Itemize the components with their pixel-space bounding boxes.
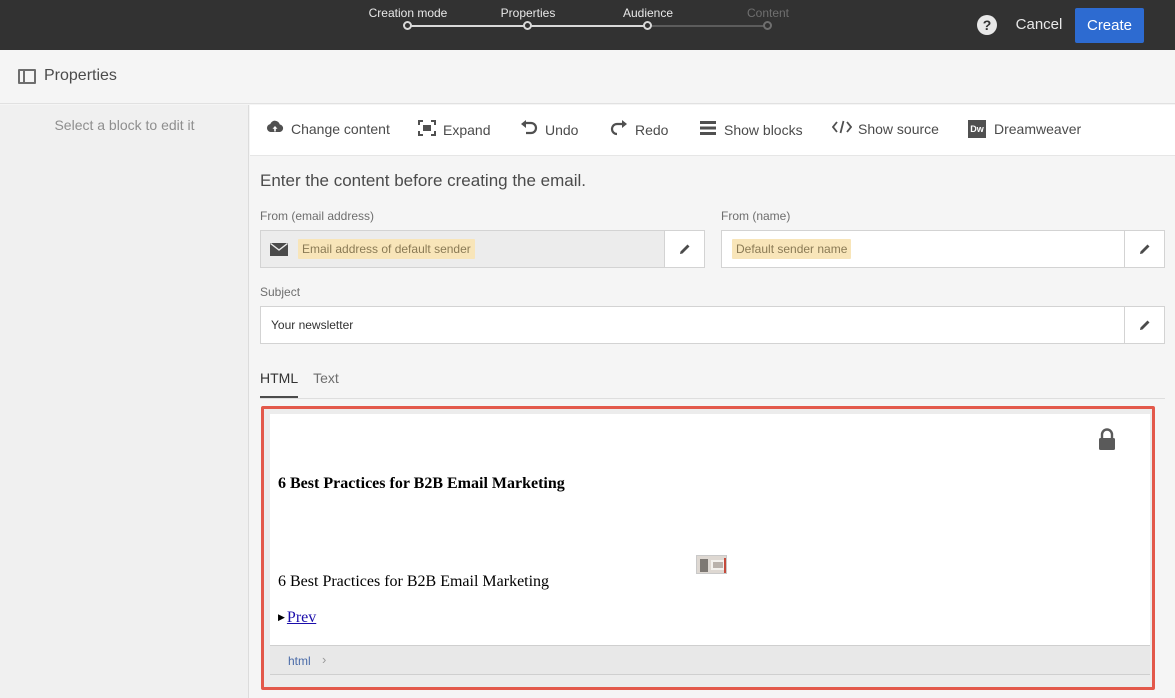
- show-source-label: Show source: [858, 121, 939, 137]
- pencil-icon: [1139, 320, 1149, 330]
- show-source-button[interactable]: Show source: [831, 120, 939, 138]
- dreamweaver-label: Dreamweaver: [994, 121, 1082, 137]
- change-content-label: Change content: [291, 121, 390, 137]
- tabs-divider: [260, 398, 1165, 399]
- step-content-dot: [763, 21, 772, 30]
- article-thumbnail[interactable]: [696, 555, 727, 574]
- from-email-field[interactable]: Email address of default sender: [260, 230, 705, 268]
- cloud-upload-icon: [265, 120, 285, 138]
- edit-from-name-button[interactable]: [1124, 231, 1164, 267]
- undo-icon: [519, 120, 539, 140]
- blocks-icon: [698, 120, 718, 140]
- from-name-tag[interactable]: Default sender name: [732, 239, 852, 259]
- step-properties-dot[interactable]: [523, 21, 532, 30]
- email-content-form: Enter the content before creating the em…: [250, 157, 1175, 698]
- pencil-icon: [679, 244, 689, 254]
- edit-from-email-button[interactable]: [664, 231, 704, 267]
- subject-label: Subject: [260, 285, 301, 299]
- prev-link-label: Prev: [286, 609, 317, 626]
- redo-icon: [609, 120, 629, 140]
- redo-label: Redo: [635, 122, 669, 138]
- expand-icon: [417, 120, 437, 140]
- breadcrumb-html[interactable]: html: [288, 654, 311, 668]
- step-creation-mode-dot[interactable]: [403, 21, 412, 30]
- change-content-button[interactable]: Change content: [265, 120, 390, 138]
- edit-subject-button[interactable]: [1124, 307, 1164, 343]
- redo-button[interactable]: Redo: [609, 120, 668, 140]
- from-name-field[interactable]: Default sender name: [721, 230, 1165, 268]
- chevron-right-icon: ›: [322, 652, 327, 667]
- content-tabs: HTML Text: [260, 367, 354, 399]
- properties-title[interactable]: Properties: [44, 67, 117, 85]
- show-blocks-button[interactable]: Show blocks: [698, 120, 803, 140]
- dreamweaver-button[interactable]: Dw Dreamweaver: [968, 120, 1081, 138]
- email-paragraph[interactable]: 6 Best Practices for B2B Email Marketing: [278, 573, 549, 591]
- prev-link[interactable]: ▶ Prev: [278, 609, 316, 627]
- subject-value[interactable]: Your newsletter: [261, 318, 353, 332]
- dreamweaver-icon: Dw: [968, 120, 986, 138]
- lock-icon[interactable]: [1098, 428, 1116, 450]
- pencil-icon: [1139, 244, 1149, 254]
- panel-toggle-icon[interactable]: [18, 69, 36, 84]
- create-button[interactable]: Create: [1075, 8, 1144, 43]
- html-editor-highlight: 6 Best Practices for B2B Email Marketing…: [261, 406, 1155, 690]
- subject-field[interactable]: Your newsletter: [260, 306, 1165, 344]
- step-audience-dot[interactable]: [643, 21, 652, 30]
- step-creation-mode[interactable]: Creation mode: [348, 6, 468, 20]
- editor-toolbar: Change content Expand Undo Redo Show blo…: [250, 105, 1175, 156]
- from-name-label: From (name): [721, 209, 791, 223]
- step-content: Content: [746, 6, 790, 20]
- help-icon[interactable]: ?: [977, 15, 997, 35]
- caret-right-icon: ▶: [278, 612, 285, 622]
- editor-statusbar: html ›: [270, 645, 1150, 675]
- properties-header: Properties: [0, 50, 1175, 104]
- undo-label: Undo: [545, 122, 579, 138]
- code-icon: [831, 120, 853, 138]
- expand-label: Expand: [443, 122, 491, 138]
- wizard-header: Creation mode Properties Audience Conten…: [0, 0, 1175, 50]
- cancel-button[interactable]: Cancel: [1010, 8, 1068, 42]
- envelope-icon: [270, 242, 288, 256]
- select-block-hint: Select a block to edit it: [54, 117, 195, 133]
- show-blocks-label: Show blocks: [724, 122, 803, 138]
- html-editor[interactable]: 6 Best Practices for B2B Email Marketing…: [270, 414, 1150, 645]
- expand-button[interactable]: Expand: [417, 120, 490, 140]
- step-connector-remaining: [647, 25, 768, 27]
- intro-text: Enter the content before creating the em…: [260, 171, 587, 190]
- step-audience[interactable]: Audience: [588, 6, 708, 20]
- from-email-tag[interactable]: Email address of default sender: [298, 239, 475, 259]
- undo-button[interactable]: Undo: [519, 120, 578, 140]
- tab-html[interactable]: HTML: [260, 367, 299, 398]
- step-properties[interactable]: Properties: [468, 6, 588, 20]
- email-heading[interactable]: 6 Best Practices for B2B Email Marketing: [278, 475, 565, 493]
- tab-text[interactable]: Text: [313, 367, 339, 398]
- properties-panel: Select a block to edit it: [0, 105, 249, 698]
- from-email-label: From (email address): [260, 209, 375, 223]
